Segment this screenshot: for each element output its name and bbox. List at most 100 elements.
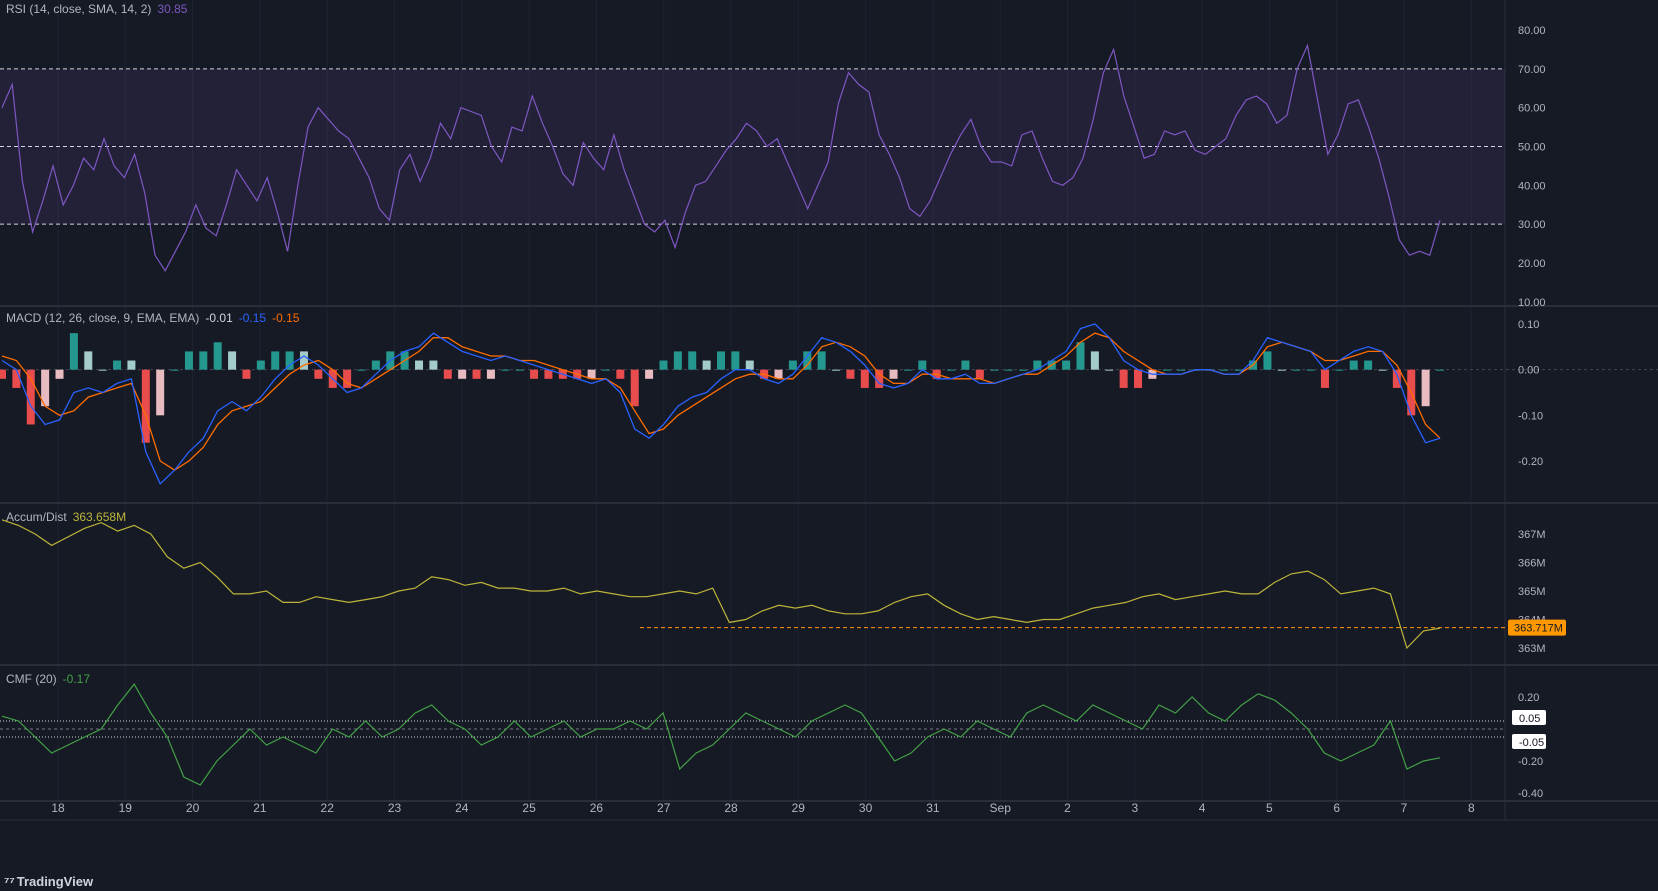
macd-histogram-bar: [616, 369, 625, 379]
macd-histogram-bar: [903, 369, 912, 371]
macd-histogram-bar: [271, 351, 280, 370]
x-tick-label: 5: [1266, 801, 1273, 815]
macd-value-hist: -0.01: [205, 311, 233, 325]
macd-histogram-bar: [530, 369, 539, 379]
macd-histogram-bar: [429, 360, 438, 370]
macd-histogram-bar: [1018, 369, 1027, 371]
x-tick-label: 20: [186, 801, 200, 815]
macd-histogram-bar: [1277, 369, 1286, 371]
ad-axis-label: 365M: [1518, 586, 1546, 598]
macd-histogram-bar: [645, 369, 654, 379]
logo-text: TradingView: [16, 874, 94, 889]
x-tick-label: 28: [724, 801, 738, 815]
macd-histogram-bar: [1335, 369, 1344, 371]
macd-histogram-bar: [1090, 351, 1099, 370]
macd-histogram-bar: [515, 369, 524, 371]
macd-histogram-bar: [12, 369, 21, 388]
rsi-axis-label: 30.00: [1518, 219, 1546, 231]
macd-histogram-bar: [1162, 369, 1171, 371]
macd-histogram-bar: [1378, 369, 1387, 371]
macd-histogram-bar: [314, 369, 323, 379]
macd-histogram-bar: [170, 369, 179, 371]
tradingview-logo[interactable]: ⁷⁷ TradingView: [4, 874, 93, 889]
x-tick-label: 19: [119, 801, 133, 815]
ad-value: 363.658M: [72, 510, 127, 524]
pane-1-bg: [0, 307, 1505, 502]
macd-histogram-bar: [630, 369, 639, 407]
macd-histogram-bar: [443, 369, 452, 379]
ad-axis-label: 366M: [1518, 558, 1546, 570]
ad-price-tag-label: 363.717M: [1514, 623, 1563, 635]
cmf-upper-tag-label: 0.05: [1519, 713, 1540, 725]
cmf-label: CMF (20): [6, 672, 57, 686]
x-tick-label: 26: [590, 801, 604, 815]
macd-histogram-bar: [113, 360, 122, 370]
pane-2-bg: [0, 504, 1505, 664]
macd-histogram-bar: [702, 360, 711, 370]
macd-histogram-bar: [601, 369, 610, 371]
macd-axis-label: 0.10: [1518, 319, 1539, 331]
cmf-axis-label: 0.20: [1518, 692, 1539, 704]
ad-axis-label: 363M: [1518, 643, 1546, 655]
cmf-axis-label: -0.40: [1518, 788, 1543, 800]
x-tick-label: 8: [1468, 801, 1475, 815]
pane-3-bg: [0, 666, 1505, 800]
macd-histogram-bar: [486, 369, 495, 379]
macd-histogram-bar: [1105, 369, 1114, 371]
macd-histogram-bar: [817, 351, 826, 370]
ad-legend: Accum/Dist 363.658M: [6, 510, 132, 524]
macd-histogram-bar: [228, 351, 237, 370]
macd-histogram-bar: [84, 351, 93, 370]
macd-histogram-bar: [472, 369, 481, 379]
macd-histogram-bar: [69, 333, 78, 370]
macd-histogram-bar: [1076, 342, 1085, 370]
ad-label: Accum/Dist: [6, 510, 67, 524]
macd-histogram-bar: [1119, 369, 1128, 388]
rsi-axis-label: 70.00: [1518, 64, 1546, 76]
macd-histogram-bar: [947, 369, 956, 371]
macd-histogram-bar: [1177, 369, 1186, 371]
x-tick-label: 21: [253, 801, 267, 815]
macd-histogram-bar: [357, 369, 366, 371]
macd-histogram-bar: [918, 360, 927, 370]
macd-histogram-bar: [458, 369, 467, 379]
tradingview-icon: ⁷⁷: [4, 874, 15, 889]
macd-value-signal: -0.15: [272, 311, 300, 325]
macd-histogram-bar: [501, 369, 510, 371]
rsi-value: 30.85: [157, 2, 188, 16]
macd-histogram-bar: [975, 369, 984, 379]
macd-histogram-bar: [1234, 369, 1243, 371]
x-tick-label: 6: [1333, 801, 1340, 815]
cmf-legend: CMF (20) -0.17: [6, 672, 96, 686]
cmf-axis-label: -0.20: [1518, 756, 1543, 768]
macd-histogram-bar: [1364, 360, 1373, 370]
x-tick-label: 4: [1199, 801, 1206, 815]
macd-histogram-bar: [717, 351, 725, 370]
macd-value-macd: -0.15: [238, 311, 267, 325]
chart-canvas[interactable]: 18 19 20 21 22 23 24 25 26 27 28 29 30 31 Sep 2 3 4 5 6 7 880…: [0, 0, 1658, 891]
macd-histogram-bar: [788, 360, 797, 370]
ad-axis-label: 367M: [1518, 529, 1546, 541]
macd-histogram-bar: [1292, 369, 1301, 371]
macd-histogram-bar: [860, 369, 869, 388]
macd-histogram-bar: [184, 351, 193, 370]
macd-histogram-bar: [1421, 369, 1430, 407]
x-tick-label: 18: [51, 801, 65, 815]
x-tick-label: 23: [388, 801, 402, 815]
macd-axis-label: 0.00: [1518, 365, 1539, 377]
macd-histogram-bar: [98, 369, 107, 371]
rsi-label: RSI (14, close, SMA, 14, 2): [6, 2, 152, 16]
x-tick-label: 22: [321, 801, 335, 815]
rsi-axis-label: 60.00: [1518, 103, 1546, 115]
macd-histogram-bar: [415, 360, 424, 370]
macd-histogram-bar: [1392, 369, 1401, 388]
macd-histogram-bar: [242, 369, 251, 379]
macd-histogram-bar: [673, 351, 682, 370]
macd-histogram-bar: [731, 351, 740, 370]
macd-histogram-bar: [199, 351, 208, 370]
macd-histogram-bar: [832, 369, 841, 371]
macd-histogram-bar: [1349, 360, 1358, 370]
macd-histogram-bar: [55, 369, 64, 379]
macd-axis-label: -0.20: [1518, 456, 1543, 468]
macd-histogram-bar: [1263, 351, 1272, 370]
